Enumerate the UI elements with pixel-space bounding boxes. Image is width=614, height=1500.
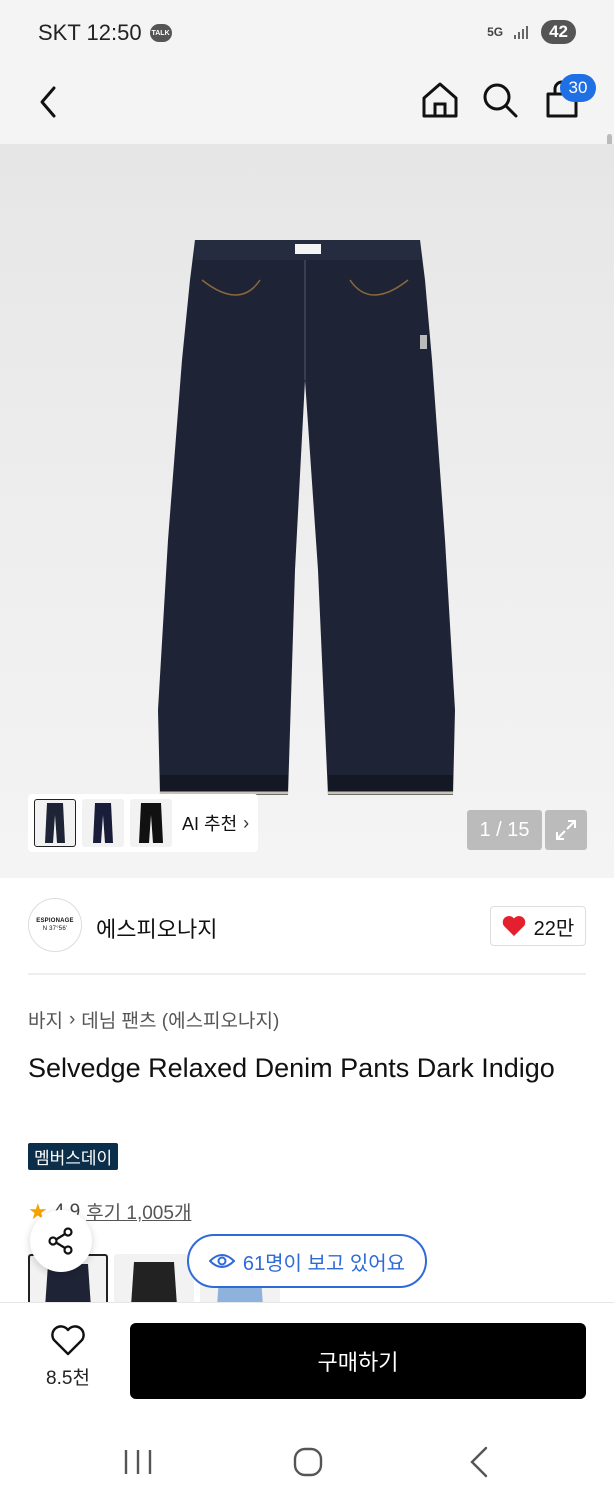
product-title: Selvedge Relaxed Denim Pants Dark Indigo: [28, 1053, 555, 1083]
wishlist-button[interactable]: 8.5천: [28, 1325, 108, 1395]
status-left: SKT 12:50 TALK: [38, 20, 172, 46]
product-image: [158, 240, 455, 795]
image-page-indicator: 1 / 15: [467, 810, 542, 850]
back-button[interactable]: [28, 80, 72, 124]
wishlist-count: 8.5천: [46, 1368, 90, 1389]
member-day-badge: 멤버스데이: [28, 1143, 119, 1170]
reviews-link[interactable]: 후기 1,005개: [86, 1198, 191, 1225]
carrier-time: SKT 12:50: [38, 20, 142, 45]
jeans-thumb-icon: [93, 803, 113, 843]
brand-like-button[interactable]: 22만: [490, 906, 586, 946]
ai-recommend-label: AI 추천: [182, 814, 238, 834]
share-icon: [48, 1227, 73, 1255]
divider: [28, 973, 586, 975]
recents-icon: [124, 1450, 152, 1474]
back-icon: [40, 86, 56, 118]
cart-count-badge: 30: [560, 74, 596, 102]
talk-icon: TALK: [149, 24, 172, 42]
battery-indicator: 42: [541, 20, 576, 44]
status-bar: SKT 12:50 TALK 5G 42: [0, 0, 614, 64]
share-button[interactable]: [30, 1210, 92, 1272]
system-back-button[interactable]: [462, 1442, 498, 1482]
breadcrumb-subcategory[interactable]: 데님 팬츠 (에스피오나지): [81, 1006, 279, 1033]
jeans-thumb-icon: [131, 1262, 177, 1306]
heart-filled-icon: [502, 916, 525, 936]
system-home-button[interactable]: [288, 1442, 328, 1482]
viewers-text: 61명이 보고 있어요: [242, 1252, 406, 1275]
home-circle-icon: [293, 1447, 323, 1477]
ai-thumb-2[interactable]: [82, 799, 124, 847]
brand-like-count: 22만: [533, 917, 575, 940]
network-label: 5G: [487, 25, 504, 39]
ai-thumb-1[interactable]: [34, 799, 76, 847]
jeans-thumb-icon: [45, 803, 65, 843]
buy-button[interactable]: 구매하기: [130, 1323, 586, 1399]
breadcrumb: 바지 › 데님 팬츠 (에스피오나지): [28, 1006, 279, 1033]
jeans-thumb-icon: [139, 803, 163, 843]
eye-icon: [208, 1254, 235, 1268]
ai-recommend-card[interactable]: AI 추천 ›: [28, 794, 258, 852]
bottom-action-bar: 8.5천 구매하기: [0, 1302, 614, 1420]
brand-name[interactable]: 에스피오나지: [96, 912, 217, 944]
chevron-right-icon: ›: [243, 812, 250, 833]
brand-logo-text: ESPIONAGE: [36, 918, 74, 924]
viewers-pill[interactable]: 61명이 보고 있어요: [187, 1234, 427, 1288]
breadcrumb-category[interactable]: 바지: [28, 1006, 63, 1033]
home-icon: [422, 82, 458, 118]
home-button[interactable]: [418, 78, 462, 122]
product-image-gallery[interactable]: AI 추천 › 1 / 15: [0, 144, 614, 878]
brand-logo-sub: N 37°56': [42, 926, 68, 932]
brand-row[interactable]: ESPIONAGE N 37°56' 에스피오나지 22만: [0, 878, 614, 974]
search-button[interactable]: [478, 78, 522, 122]
recents-button[interactable]: [120, 1444, 156, 1480]
signal-icon: [514, 26, 529, 39]
search-icon: [483, 83, 518, 118]
ai-thumb-3[interactable]: [130, 799, 172, 847]
back-icon: [470, 1446, 488, 1478]
app-header: 30: [0, 64, 614, 204]
chevron-right-icon: ›: [68, 1008, 76, 1030]
expand-icon: [556, 820, 576, 840]
system-nav-bar: [0, 1420, 614, 1500]
heart-icon: [51, 1325, 85, 1356]
expand-button[interactable]: [545, 810, 587, 850]
brand-logo[interactable]: ESPIONAGE N 37°56': [28, 898, 82, 952]
color-option-black[interactable]: [114, 1254, 194, 1306]
status-right: 5G 42: [487, 20, 576, 44]
